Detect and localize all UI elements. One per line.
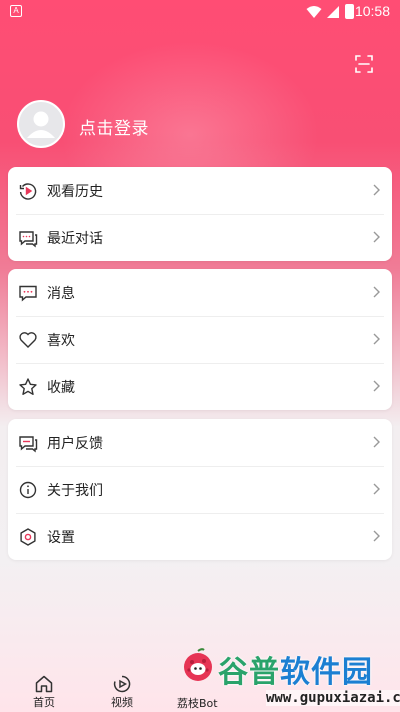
- menu-card-social: 消息 喜欢 收藏: [8, 269, 392, 410]
- watermark-title: 谷普 软件园: [218, 648, 373, 690]
- info-icon: [18, 480, 38, 500]
- message-icon: [18, 283, 38, 303]
- watermark: 谷普软件园 www.gupuxiazai.com: [218, 648, 400, 712]
- chat-icon: [18, 228, 38, 248]
- menu-item-settings[interactable]: 设置: [8, 513, 392, 560]
- chevron-right-icon: [373, 231, 380, 243]
- tab-label: 荔枝Bot: [177, 697, 218, 710]
- app-notification-icon: A: [10, 5, 22, 17]
- star-icon: [18, 377, 38, 397]
- chevron-right-icon: [373, 184, 380, 196]
- menu-item-label: 关于我们: [47, 482, 103, 499]
- lychee-bot-icon: [184, 648, 212, 681]
- menu-item-label: 设置: [47, 529, 75, 546]
- scan-icon[interactable]: [352, 52, 376, 76]
- menu-item-favorites[interactable]: 收藏: [8, 363, 392, 410]
- menu-item-label: 用户反馈: [47, 435, 103, 452]
- chevron-right-icon: [373, 483, 380, 495]
- chevron-right-icon: [373, 286, 380, 298]
- menu-item-recent-chats[interactable]: 最近对话: [8, 214, 392, 261]
- watermark-title-part2: 软件园: [280, 655, 373, 690]
- gear-icon: [18, 527, 38, 547]
- chevron-right-icon: [373, 436, 380, 448]
- tab-label: 视频: [111, 696, 133, 709]
- login-link[interactable]: 点击登录: [79, 114, 149, 139]
- menu-item-feedback[interactable]: 用户反馈: [8, 419, 392, 466]
- menu-item-label: 最近对话: [47, 230, 103, 247]
- menu-item-watch-history[interactable]: 观看历史: [8, 167, 392, 214]
- signal-icon: [327, 6, 339, 18]
- avatar[interactable]: [17, 100, 65, 148]
- menu-item-label: 喜欢: [47, 332, 75, 349]
- menu-item-likes[interactable]: 喜欢: [8, 316, 392, 363]
- wifi-icon: [306, 6, 322, 18]
- menu-item-about-us[interactable]: 关于我们: [8, 466, 392, 513]
- status-bar: A 10:58: [0, 0, 400, 24]
- watermark-url: www.gupuxiazai.com: [266, 690, 400, 706]
- tab-label: 首页: [33, 696, 55, 709]
- chevron-right-icon: [373, 333, 380, 345]
- battery-icon: [345, 4, 354, 19]
- menu-item-label: 观看历史: [47, 183, 103, 200]
- heart-icon: [18, 330, 38, 350]
- menu-item-label: 收藏: [47, 379, 75, 396]
- chevron-right-icon: [373, 380, 380, 392]
- tab-video[interactable]: 视频: [92, 668, 152, 712]
- menu-item-label: 消息: [47, 285, 75, 302]
- tab-home[interactable]: 首页: [14, 668, 74, 712]
- menu-item-messages[interactable]: 消息: [8, 269, 392, 316]
- default-user-icon: [27, 111, 55, 138]
- home-icon: [35, 675, 53, 693]
- menu-card-settings: 用户反馈 关于我们 设置: [8, 419, 392, 560]
- feedback-icon: [18, 433, 38, 453]
- video-icon: [113, 675, 131, 693]
- menu-card-history: 观看历史 最近对话: [8, 167, 392, 261]
- chevron-right-icon: [373, 530, 380, 542]
- status-time: 10:58: [354, 3, 390, 19]
- watermark-title-part1: 谷普: [218, 655, 280, 690]
- history-icon: [18, 181, 38, 201]
